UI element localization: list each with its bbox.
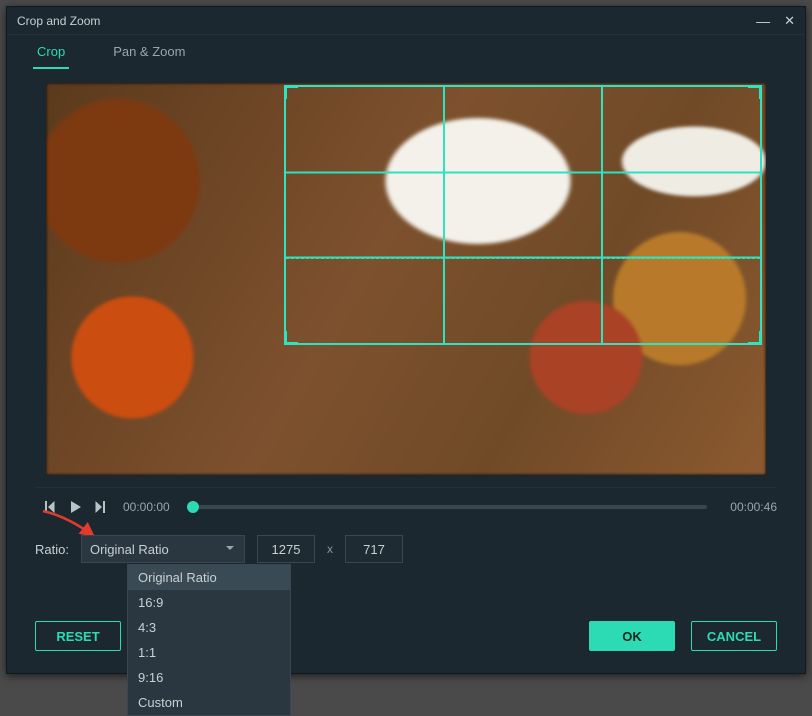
window-controls: — ✕ <box>756 14 795 28</box>
ok-button[interactable]: OK <box>589 621 675 651</box>
crop-handle-br[interactable] <box>748 331 762 345</box>
ratio-dropdown[interactable]: Original Ratio 16:9 4:3 1:1 9:16 Custom <box>127 564 291 716</box>
ratio-option[interactable]: 1:1 <box>128 640 290 665</box>
crop-handle-tr[interactable] <box>748 85 762 99</box>
ratio-option[interactable]: 9:16 <box>128 665 290 690</box>
width-input[interactable]: 1275 <box>257 535 315 563</box>
crop-handle-tl[interactable] <box>284 85 298 99</box>
crop-handle-bl[interactable] <box>284 331 298 345</box>
step-forward-icon[interactable] <box>93 499 109 515</box>
step-back-icon[interactable] <box>41 499 57 515</box>
reset-button[interactable]: RESET <box>35 621 121 651</box>
ratio-select[interactable]: Original Ratio <box>81 535 245 563</box>
seek-slider[interactable] <box>193 505 707 509</box>
ratio-option[interactable]: 16:9 <box>128 590 290 615</box>
preview-area <box>45 79 767 479</box>
playback-bar: 00:00:00 00:00:46 <box>35 487 777 525</box>
seek-thumb[interactable] <box>187 501 199 513</box>
ratio-option[interactable]: Custom <box>128 690 290 715</box>
chevron-down-icon <box>224 542 236 557</box>
close-icon[interactable]: ✕ <box>784 14 795 28</box>
ratio-selected-value: Original Ratio <box>90 542 169 557</box>
minimize-icon[interactable]: — <box>756 14 770 28</box>
tab-crop[interactable]: Crop <box>33 36 69 69</box>
ratio-row: Ratio: Original Ratio 1275 x 717 <box>35 535 777 563</box>
dimension-separator: x <box>327 542 333 556</box>
video-preview[interactable] <box>46 83 766 475</box>
crop-selection[interactable] <box>284 85 762 345</box>
tabs: Crop Pan & Zoom <box>7 35 805 69</box>
ratio-option[interactable]: 4:3 <box>128 615 290 640</box>
cancel-button[interactable]: CANCEL <box>691 621 777 651</box>
time-total: 00:00:46 <box>721 500 777 514</box>
crop-and-zoom-window: Crop and Zoom — ✕ Crop Pan & Zoom <box>6 6 806 674</box>
titlebar: Crop and Zoom — ✕ <box>7 7 805 35</box>
time-current: 00:00:00 <box>123 500 179 514</box>
tab-pan-zoom[interactable]: Pan & Zoom <box>109 36 189 69</box>
ratio-label: Ratio: <box>35 542 69 557</box>
height-input[interactable]: 717 <box>345 535 403 563</box>
ratio-option[interactable]: Original Ratio <box>128 565 290 590</box>
window-title: Crop and Zoom <box>17 14 100 28</box>
play-icon[interactable] <box>67 499 83 515</box>
